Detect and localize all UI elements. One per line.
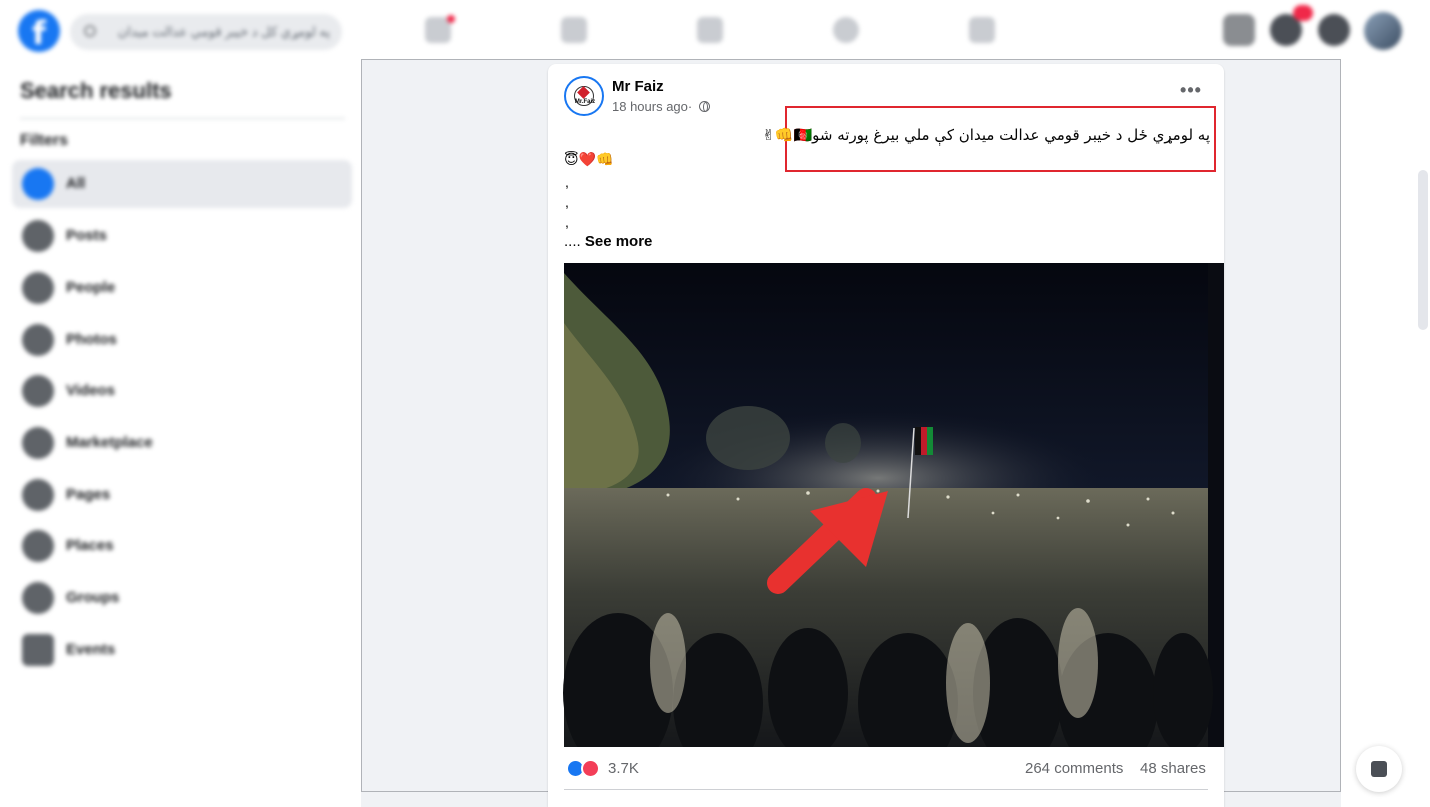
shares-count[interactable]: 48 shares xyxy=(1140,760,1206,777)
home-notification-dot xyxy=(447,15,455,23)
sidebar-divider xyxy=(20,118,345,119)
groups-icon[interactable] xyxy=(833,17,859,43)
gaming-icon[interactable] xyxy=(969,17,995,43)
sidebar-item-label: Videos xyxy=(66,382,115,399)
filters-heading: Filters xyxy=(20,132,69,149)
pages-icon xyxy=(22,479,54,511)
post-text-comma: , xyxy=(565,214,569,230)
avatar-logo-text: Mr.Faiz xyxy=(574,99,596,105)
sidebar-item-label: Places xyxy=(66,537,114,554)
facebook-logo-icon[interactable]: f xyxy=(18,10,60,52)
sidebar-item-events[interactable]: Events xyxy=(12,626,352,674)
sidebar-item-label: Marketplace xyxy=(66,434,153,451)
post-text-rtl: په لومړي ځل د خیبر قومي عدالت میدان کې م… xyxy=(762,126,1210,144)
search-filters-sidebar: Search results Filters All Posts People … xyxy=(0,60,360,807)
sidebar-item-posts[interactable]: Posts xyxy=(12,212,352,260)
watch-icon[interactable] xyxy=(561,17,587,43)
people-icon xyxy=(22,272,54,304)
marketplace-filter-icon xyxy=(22,427,54,459)
post-author-avatar[interactable]: Mr.Faiz xyxy=(564,76,604,116)
events-icon xyxy=(22,634,54,666)
reaction-icons[interactable] xyxy=(566,759,606,779)
public-globe-icon xyxy=(698,101,710,112)
groups-filter-icon xyxy=(22,582,54,614)
new-message-button[interactable] xyxy=(1356,746,1402,792)
love-reaction-icon xyxy=(581,759,600,778)
account-avatar[interactable] xyxy=(1364,12,1402,50)
sidebar-item-marketplace[interactable]: Marketplace xyxy=(12,419,352,467)
post-text-comma: , xyxy=(565,174,569,190)
compose-icon xyxy=(1371,761,1387,777)
reactions-count[interactable]: 3.7K xyxy=(608,760,639,777)
sidebar-item-all[interactable]: All xyxy=(12,160,352,208)
search-input-value: په لومړي کل د خیبر قومي عدالت میدان xyxy=(117,24,330,39)
videos-icon xyxy=(22,375,54,407)
sidebar-item-label: Posts xyxy=(66,227,107,244)
sidebar-item-label: All xyxy=(66,175,86,192)
sidebar-item-label: Photos xyxy=(66,331,117,348)
sidebar-item-photos[interactable]: Photos xyxy=(12,316,352,364)
search-icon xyxy=(84,25,96,37)
search-input[interactable]: په لومړي کل د خیبر قومي عدالت میدان xyxy=(70,14,342,50)
post-photo[interactable] xyxy=(548,263,1224,747)
sidebar-item-pages[interactable]: Pages xyxy=(12,471,352,519)
time-separator: · xyxy=(687,99,693,114)
sidebar-item-label: Events xyxy=(66,641,116,658)
page-scrollbar[interactable] xyxy=(1418,170,1428,330)
sidebar-item-label: People xyxy=(66,279,116,296)
night-rally-photo xyxy=(548,263,1224,747)
photos-icon xyxy=(22,324,54,356)
post-text-comma: , xyxy=(565,194,569,210)
sidebar-item-label: Pages xyxy=(66,486,111,503)
top-navigation-bar: f په لومړي کل د خیبر قومي عدالت میدان xyxy=(0,0,1430,60)
sidebar-title: Search results xyxy=(20,78,172,103)
sidebar-item-groups[interactable]: Groups xyxy=(12,574,352,622)
places-icon xyxy=(22,530,54,562)
sidebar-item-videos[interactable]: Videos xyxy=(12,367,352,415)
actions-divider xyxy=(564,789,1208,790)
see-more-link[interactable]: .... See more xyxy=(564,233,652,250)
see-more-ellipsis: .... xyxy=(564,233,581,250)
post-card: Mr.Faiz Mr Faiz 18 hours ago· ••• په لوم… xyxy=(548,64,1224,807)
see-more-label: See more xyxy=(584,233,653,250)
sidebar-item-people[interactable]: People xyxy=(12,264,352,312)
marketplace-icon[interactable] xyxy=(697,17,723,43)
comments-count[interactable]: 264 comments xyxy=(1025,760,1123,777)
post-time: 18 hours ago xyxy=(612,99,688,114)
posts-icon xyxy=(22,220,54,252)
post-emoji-line: 😇❤️👊 xyxy=(564,152,614,168)
all-icon xyxy=(22,168,54,200)
menu-grid-icon[interactable] xyxy=(1223,14,1255,46)
sidebar-item-places[interactable]: Places xyxy=(12,522,352,570)
post-author-name[interactable]: Mr Faiz xyxy=(612,78,664,95)
notifications-icon[interactable] xyxy=(1318,14,1350,46)
post-options-button[interactable]: ••• xyxy=(1176,81,1206,104)
sidebar-item-label: Groups xyxy=(66,589,120,606)
messenger-badge xyxy=(1293,5,1313,21)
post-timestamp[interactable]: 18 hours ago· xyxy=(612,99,710,114)
